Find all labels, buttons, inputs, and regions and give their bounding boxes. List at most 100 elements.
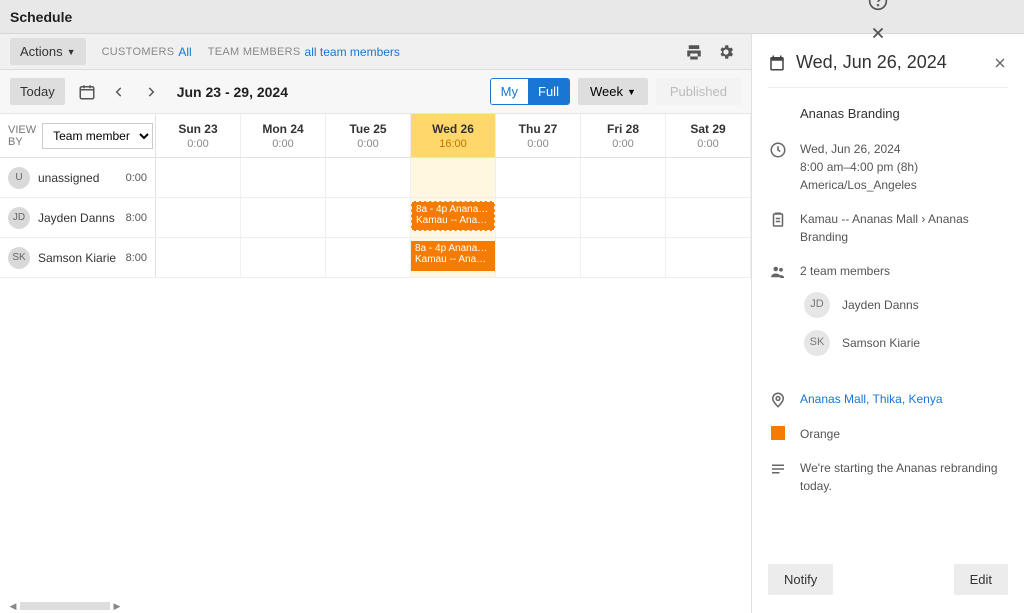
grid-cell[interactable] — [666, 198, 751, 237]
grid-row: JD Jayden Danns 8:00 8a - 4p Ananas B…Kamau… — [0, 198, 751, 238]
grid-cell[interactable] — [241, 158, 326, 197]
horizontal-scrollbar[interactable]: ◀ ▶ — [0, 599, 751, 613]
day-column-header[interactable]: Sat 290:00 — [666, 114, 751, 157]
my-view-button[interactable]: My — [491, 79, 528, 104]
grid-cell[interactable] — [156, 238, 241, 277]
day-column-header[interactable]: Thu 270:00 — [496, 114, 581, 157]
grid-cell[interactable] — [326, 238, 411, 277]
grid-cell[interactable] — [326, 198, 411, 237]
settings-icon[interactable] — [717, 43, 735, 61]
scroll-track[interactable] — [20, 602, 110, 610]
caret-down-icon: ▼ — [67, 47, 76, 57]
scroll-right-icon[interactable]: ▶ — [112, 601, 122, 611]
grid-cell[interactable] — [156, 198, 241, 237]
event-location[interactable]: Ananas Mall, Thika, Kenya — [800, 390, 1008, 409]
grid-cell[interactable] — [581, 238, 666, 277]
row-name: Samson Kiarie — [38, 251, 118, 265]
grid-cell[interactable] — [241, 198, 326, 237]
grid-row: Uunassigned 0:00 — [0, 158, 751, 198]
color-icon — [768, 425, 788, 443]
print-icon[interactable] — [685, 43, 703, 61]
event-block[interactable]: 8a - 4p Ananas B…Kamau -- Ananas… — [411, 201, 495, 231]
scroll-left-icon[interactable]: ◀ — [8, 601, 18, 611]
detail-panel: Wed, Jun 26, 2024 Ananas Branding Wed, J… — [752, 34, 1024, 613]
panel-close-icon[interactable] — [992, 55, 1008, 71]
next-arrow-icon[interactable] — [137, 78, 165, 106]
caret-down-icon: ▼ — [627, 87, 636, 97]
row-name: Jayden Danns — [38, 211, 118, 225]
actions-button[interactable]: Actions▼ — [10, 38, 86, 65]
date-range: Jun 23 - 29, 2024 — [177, 84, 288, 100]
published-button[interactable]: Published — [656, 78, 741, 105]
location-icon — [768, 390, 788, 409]
notify-button[interactable]: Notify — [768, 564, 833, 595]
avatar: U — [8, 167, 30, 189]
titlebar: Schedule — [0, 0, 1024, 34]
panel-date-title: Wed, Jun 26, 2024 — [796, 52, 982, 73]
event-note: We're starting the Ananas rebranding tod… — [800, 459, 1008, 495]
member-name: Samson Kiarie — [842, 334, 920, 352]
day-column-header[interactable]: Wed 2616:00 — [411, 114, 496, 157]
row-hours: 0:00 — [126, 172, 147, 184]
week-dropdown[interactable]: Week▼ — [578, 78, 648, 105]
row-hours: 8:00 — [126, 252, 147, 264]
view-segment: My Full — [490, 78, 570, 105]
today-button[interactable]: Today — [10, 78, 65, 105]
members-block: 2 team members JD Jayden Danns SK Samson… — [800, 262, 1008, 356]
date-nav: Today Jun 23 - 29, 2024 My Full — [0, 70, 751, 114]
avatar: SK — [804, 330, 830, 356]
grid-cell[interactable] — [496, 158, 581, 197]
prev-arrow-icon[interactable] — [105, 78, 133, 106]
calendar-icon — [768, 54, 786, 72]
schedule-area: Actions▼ Customers All Team members all … — [0, 34, 752, 613]
grid-cell[interactable] — [666, 238, 751, 277]
grid-cell[interactable] — [241, 238, 326, 277]
app-title: Schedule — [10, 9, 72, 25]
day-column-header[interactable]: Tue 250:00 — [326, 114, 411, 157]
view-by-control: View by Team member — [0, 114, 156, 157]
member-row: SK Samson Kiarie — [800, 330, 1008, 356]
people-icon — [768, 262, 788, 356]
clipboard-icon — [768, 210, 788, 246]
avatar: SK — [8, 247, 30, 269]
event-job: Kamau -- Ananas Mall › Ananas Branding — [800, 210, 1008, 246]
clock-icon — [768, 140, 788, 194]
edit-button[interactable]: Edit — [954, 564, 1008, 595]
grid-cell[interactable]: 8a - 4p Ananas B…Kamau -- Ananas… — [411, 198, 496, 237]
avatar: JD — [8, 207, 30, 229]
grid-row: SK Samson Kiarie 8:00 8a - 4p Ananas B…Kama… — [0, 238, 751, 278]
event-time: Wed, Jun 26, 2024 8:00 am–4:00 pm (8h) A… — [800, 140, 1008, 194]
event-block[interactable]: 8a - 4p Ananas B…Kamau -- Ananas… — [411, 241, 495, 271]
grid-cell[interactable]: 8a - 4p Ananas B…Kamau -- Ananas… — [411, 238, 496, 277]
full-view-button[interactable]: Full — [528, 79, 569, 104]
member-row: JD Jayden Danns — [800, 292, 1008, 318]
grid-cell[interactable] — [156, 158, 241, 197]
view-by-select[interactable]: Team member — [42, 123, 153, 149]
toolbar: Actions▼ Customers All Team members all … — [0, 34, 751, 70]
customers-filter[interactable]: All — [178, 45, 191, 59]
grid-cell[interactable] — [666, 158, 751, 197]
help-icon[interactable] — [868, 0, 888, 11]
grid-cell[interactable] — [326, 158, 411, 197]
day-column-header[interactable]: Sun 230:00 — [156, 114, 241, 157]
team-filter[interactable]: all team members — [305, 45, 400, 59]
note-icon — [768, 459, 788, 495]
customers-label: Customers — [102, 46, 175, 58]
day-column-header[interactable]: Fri 280:00 — [581, 114, 666, 157]
grid-cell[interactable] — [581, 198, 666, 237]
calendar-icon[interactable] — [73, 78, 101, 106]
row-hours: 8:00 — [126, 212, 147, 224]
grid-cell[interactable] — [581, 158, 666, 197]
schedule-grid: View by Team member Sun 230:00Mon 240:00… — [0, 114, 751, 613]
team-label: Team members — [208, 46, 301, 58]
members-count: 2 team members — [800, 262, 1008, 280]
day-column-header[interactable]: Mon 240:00 — [241, 114, 326, 157]
event-title: Ananas Branding — [800, 104, 1008, 124]
avatar: JD — [804, 292, 830, 318]
grid-cell[interactable] — [411, 158, 496, 197]
grid-cell[interactable] — [496, 238, 581, 277]
grid-cell[interactable] — [496, 198, 581, 237]
event-color: Orange — [800, 425, 1008, 443]
row-name: unassigned — [38, 171, 118, 185]
member-name: Jayden Danns — [842, 296, 919, 314]
